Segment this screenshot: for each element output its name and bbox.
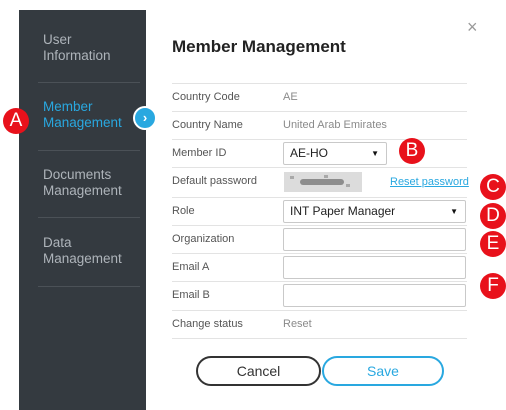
marker-e: E [480,231,506,257]
sidebar-item-member-management[interactable]: Member Management [25,99,140,131]
row-country-code: Country Code AE [172,83,467,111]
email-b-input[interactable] [283,284,466,307]
sidebar: User Information Member Management Docum… [19,10,146,410]
captcha-noise [346,184,350,187]
sidebar-item-label: Member Management [43,99,122,130]
sidebar-item-label: User Information [43,32,111,63]
country-name-value: United Arab Emirates [283,119,387,131]
role-selected: INT Paper Manager [290,204,396,218]
save-button[interactable]: Save [322,356,444,386]
caret-down-icon: ▼ [450,207,458,216]
role-label: Role [172,205,195,217]
country-code-label: Country Code [172,91,240,103]
email-a-input[interactable] [283,256,466,279]
marker-f: F [480,273,506,299]
captcha-noise [300,179,344,185]
marker-d: D [480,203,506,229]
role-select[interactable]: INT Paper Manager ▼ [283,200,466,223]
member-id-select[interactable]: AE-HO ▼ [283,142,387,165]
password-captcha-image [284,172,362,192]
chevron-right-icon: › [142,110,148,125]
page-title: Member Management [172,37,346,56]
sidebar-divider [38,217,140,218]
sidebar-item-label: Documents Management [43,167,122,198]
country-name-label: Country Name [172,119,243,131]
sidebar-item-data-management[interactable]: Data Management [25,235,140,267]
member-id-selected: AE-HO [290,146,329,160]
email-a-label: Email A [172,261,210,273]
sidebar-divider [38,286,140,287]
expand-panel-button[interactable]: › [133,106,157,130]
email-b-label: Email B [172,289,210,301]
sidebar-item-user-information[interactable]: User Information [25,32,140,64]
sidebar-divider [38,82,140,83]
member-id-label: Member ID [172,147,227,159]
sidebar-item-label: Data Management [43,235,122,266]
organization-input[interactable] [283,228,466,251]
reset-password-link[interactable]: Reset password [390,176,469,188]
change-status-label: Change status [172,318,243,330]
captcha-noise [290,176,294,179]
organization-label: Organization [172,233,235,245]
row-country-name: Country Name United Arab Emirates [172,111,467,139]
cancel-button[interactable]: Cancel [196,356,321,386]
marker-c: C [480,174,506,200]
change-status-value: Reset [283,318,312,330]
sidebar-item-documents-management[interactable]: Documents Management [25,167,140,199]
marker-a: A [3,108,29,134]
country-code-value: AE [283,91,298,103]
default-password-label: Default password [172,175,257,187]
marker-b: B [399,138,425,164]
form-bottom-divider [172,338,467,339]
close-icon[interactable]: × [467,18,478,36]
captcha-noise [324,175,328,178]
row-change-status: Change status Reset [172,310,467,338]
sidebar-divider [38,150,140,151]
caret-down-icon: ▼ [371,149,379,158]
